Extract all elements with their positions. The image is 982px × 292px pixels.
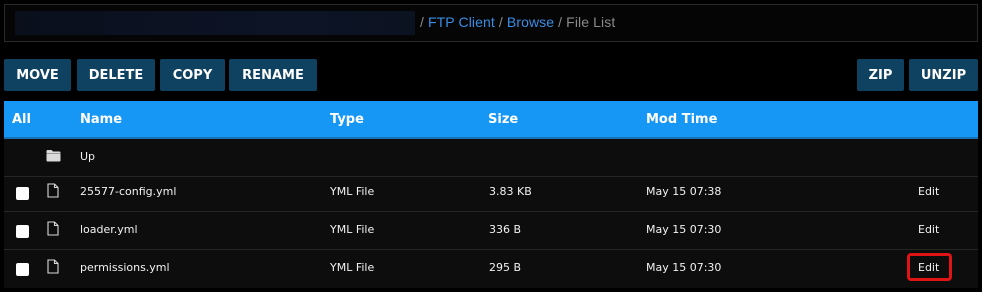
column-header-mod-time[interactable]: Mod Time (646, 112, 717, 127)
breadcrumb-ftp-client[interactable]: FTP Client (428, 14, 495, 30)
delete-button[interactable]: DELETE (77, 59, 155, 91)
file-mod-time: May 15 07:30 (646, 223, 722, 236)
row-checkbox[interactable] (16, 263, 29, 276)
up-label: Up (80, 150, 96, 163)
table-header: All Name Type Size Mod Time (4, 101, 978, 139)
breadcrumb-separator: / (558, 14, 563, 30)
file-icon (47, 221, 59, 239)
file-icon (47, 259, 59, 277)
table-row: permissions.yml YML File 295 B May 15 07… (4, 250, 978, 288)
select-all-toggle[interactable]: All (12, 112, 31, 127)
breadcrumb: / FTP Client / Browse / File List (4, 4, 978, 42)
row-checkbox[interactable] (16, 225, 29, 238)
file-type: YML File (330, 223, 375, 236)
table-row: 25577-config.yml YML File 3.83 KB May 15… (4, 174, 978, 212)
file-size: 295 B (489, 261, 522, 274)
breadcrumb-trail: / FTP Client / Browse / File List (416, 14, 615, 30)
move-button[interactable]: MOVE (4, 59, 71, 91)
row-checkbox[interactable] (16, 187, 29, 200)
redacted-breadcrumb-segment (15, 11, 415, 35)
column-header-type[interactable]: Type (330, 112, 364, 127)
zip-button[interactable]: ZIP (857, 59, 904, 91)
breadcrumb-separator: / (420, 14, 424, 30)
file-type: YML File (330, 185, 375, 198)
edit-button[interactable]: Edit (918, 223, 939, 236)
edit-button[interactable]: Edit (918, 185, 939, 198)
breadcrumb-file-list: File List (566, 14, 616, 30)
file-table: All Name Type Size Mod Time Up 25577-con… (4, 101, 978, 288)
column-header-size[interactable]: Size (488, 112, 518, 127)
unzip-button[interactable]: UNZIP (909, 59, 978, 91)
file-icon (47, 183, 59, 201)
file-name-link[interactable]: loader.yml (80, 223, 138, 236)
column-header-name[interactable]: Name (80, 112, 122, 127)
table-row: loader.yml YML File 336 B May 15 07:30 E… (4, 212, 978, 250)
up-directory-row[interactable]: Up (4, 139, 978, 177)
folder-icon (46, 149, 61, 165)
file-size: 3.83 KB (489, 185, 532, 198)
copy-button[interactable]: COPY (160, 59, 225, 91)
file-mod-time: May 15 07:30 (646, 261, 722, 274)
file-size: 336 B (489, 223, 522, 236)
breadcrumb-browse[interactable]: Browse (507, 14, 554, 30)
edit-button[interactable]: Edit (918, 261, 939, 274)
rename-button[interactable]: RENAME (229, 59, 317, 91)
file-mod-time: May 15 07:38 (646, 185, 722, 198)
file-type: YML File (330, 261, 375, 274)
breadcrumb-separator: / (498, 14, 503, 30)
file-name-link[interactable]: 25577-config.yml (80, 185, 176, 198)
file-name-link[interactable]: permissions.yml (80, 261, 170, 274)
